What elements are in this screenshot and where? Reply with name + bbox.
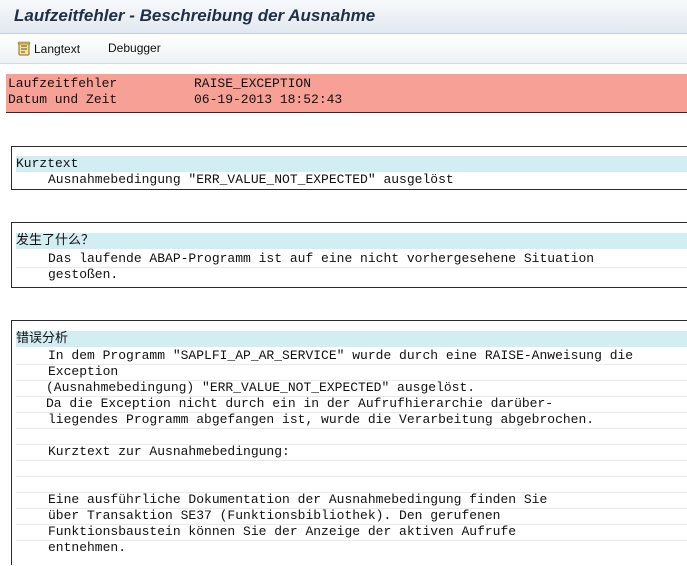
runtime-error-label: Laufzeitfehler: [8, 76, 118, 91]
line-divider: [16, 460, 687, 461]
section-error-analysis: 错误分析 In dem Programm "SAPLFI_AP_AR_SERVI…: [11, 320, 687, 565]
application-toolbar: Langtext Debugger: [0, 34, 687, 64]
langtext-label: Langtext: [34, 42, 81, 56]
text-line: über Transaktion SE37 (Funktionsbiblioth…: [48, 508, 501, 523]
line-divider: [16, 476, 687, 477]
text-line: Kurztext zur Ausnahmebedingung:: [48, 444, 290, 459]
debugger-label: Debugger: [108, 41, 161, 55]
header-divider: [6, 112, 687, 113]
section-what-happened: 发生了什么？ Das laufende ABAP-Programm ist au…: [11, 222, 687, 288]
document-scroll-icon: [16, 41, 32, 57]
section-title-error-analysis: 错误分析: [16, 331, 687, 347]
title-bar: Laufzeitfehler - Beschreibung der Ausnah…: [0, 0, 687, 34]
date-time-value: 06-19-2013 18:52:43: [194, 92, 343, 107]
dump-content[interactable]: Laufzeitfehler RAISE_EXCEPTION Datum und…: [0, 64, 687, 566]
text-line: Das laufende ABAP-Programm ist auf eine …: [48, 251, 595, 266]
error-header: Laufzeitfehler RAISE_EXCEPTION Datum und…: [6, 74, 687, 112]
date-time-label: Datum und Zeit: [8, 92, 118, 107]
window-title: Laufzeitfehler - Beschreibung der Ausnah…: [14, 6, 376, 25]
section-title-what-happened: 发生了什么？: [16, 233, 687, 249]
langtext-button[interactable]: Langtext: [16, 41, 80, 59]
text-line: (Ausnahmebedingung) "ERR_VALUE_NOT_EXPEC…: [46, 380, 476, 395]
debugger-button[interactable]: Debugger: [108, 41, 161, 59]
line-divider: [16, 428, 687, 429]
text-line: liegendes Programm abgefangen ist, wurde…: [48, 412, 595, 427]
runtime-error-value: RAISE_EXCEPTION: [194, 76, 312, 91]
text-line: In dem Programm "SAPLFI_AP_AR_SERVICE" w…: [48, 348, 634, 363]
text-line: entnehmen.: [48, 540, 127, 555]
text-line: Eine ausführliche Dokumentation der Ausn…: [48, 492, 548, 507]
text-line: gestoßen.: [48, 267, 119, 282]
text-line: Ausnahmebedingung "ERR_VALUE_NOT_EXPECTE…: [48, 172, 454, 187]
text-line: Da die Exception nicht durch ein in der …: [46, 396, 554, 411]
text-line: Funktionsbaustein können Sie der Anzeige…: [48, 524, 517, 539]
section-title-short-text: Kurztext: [16, 156, 687, 172]
text-line: Exception: [48, 364, 119, 379]
section-short-text: Kurztext Ausnahmebedingung "ERR_VALUE_NO…: [11, 146, 687, 190]
